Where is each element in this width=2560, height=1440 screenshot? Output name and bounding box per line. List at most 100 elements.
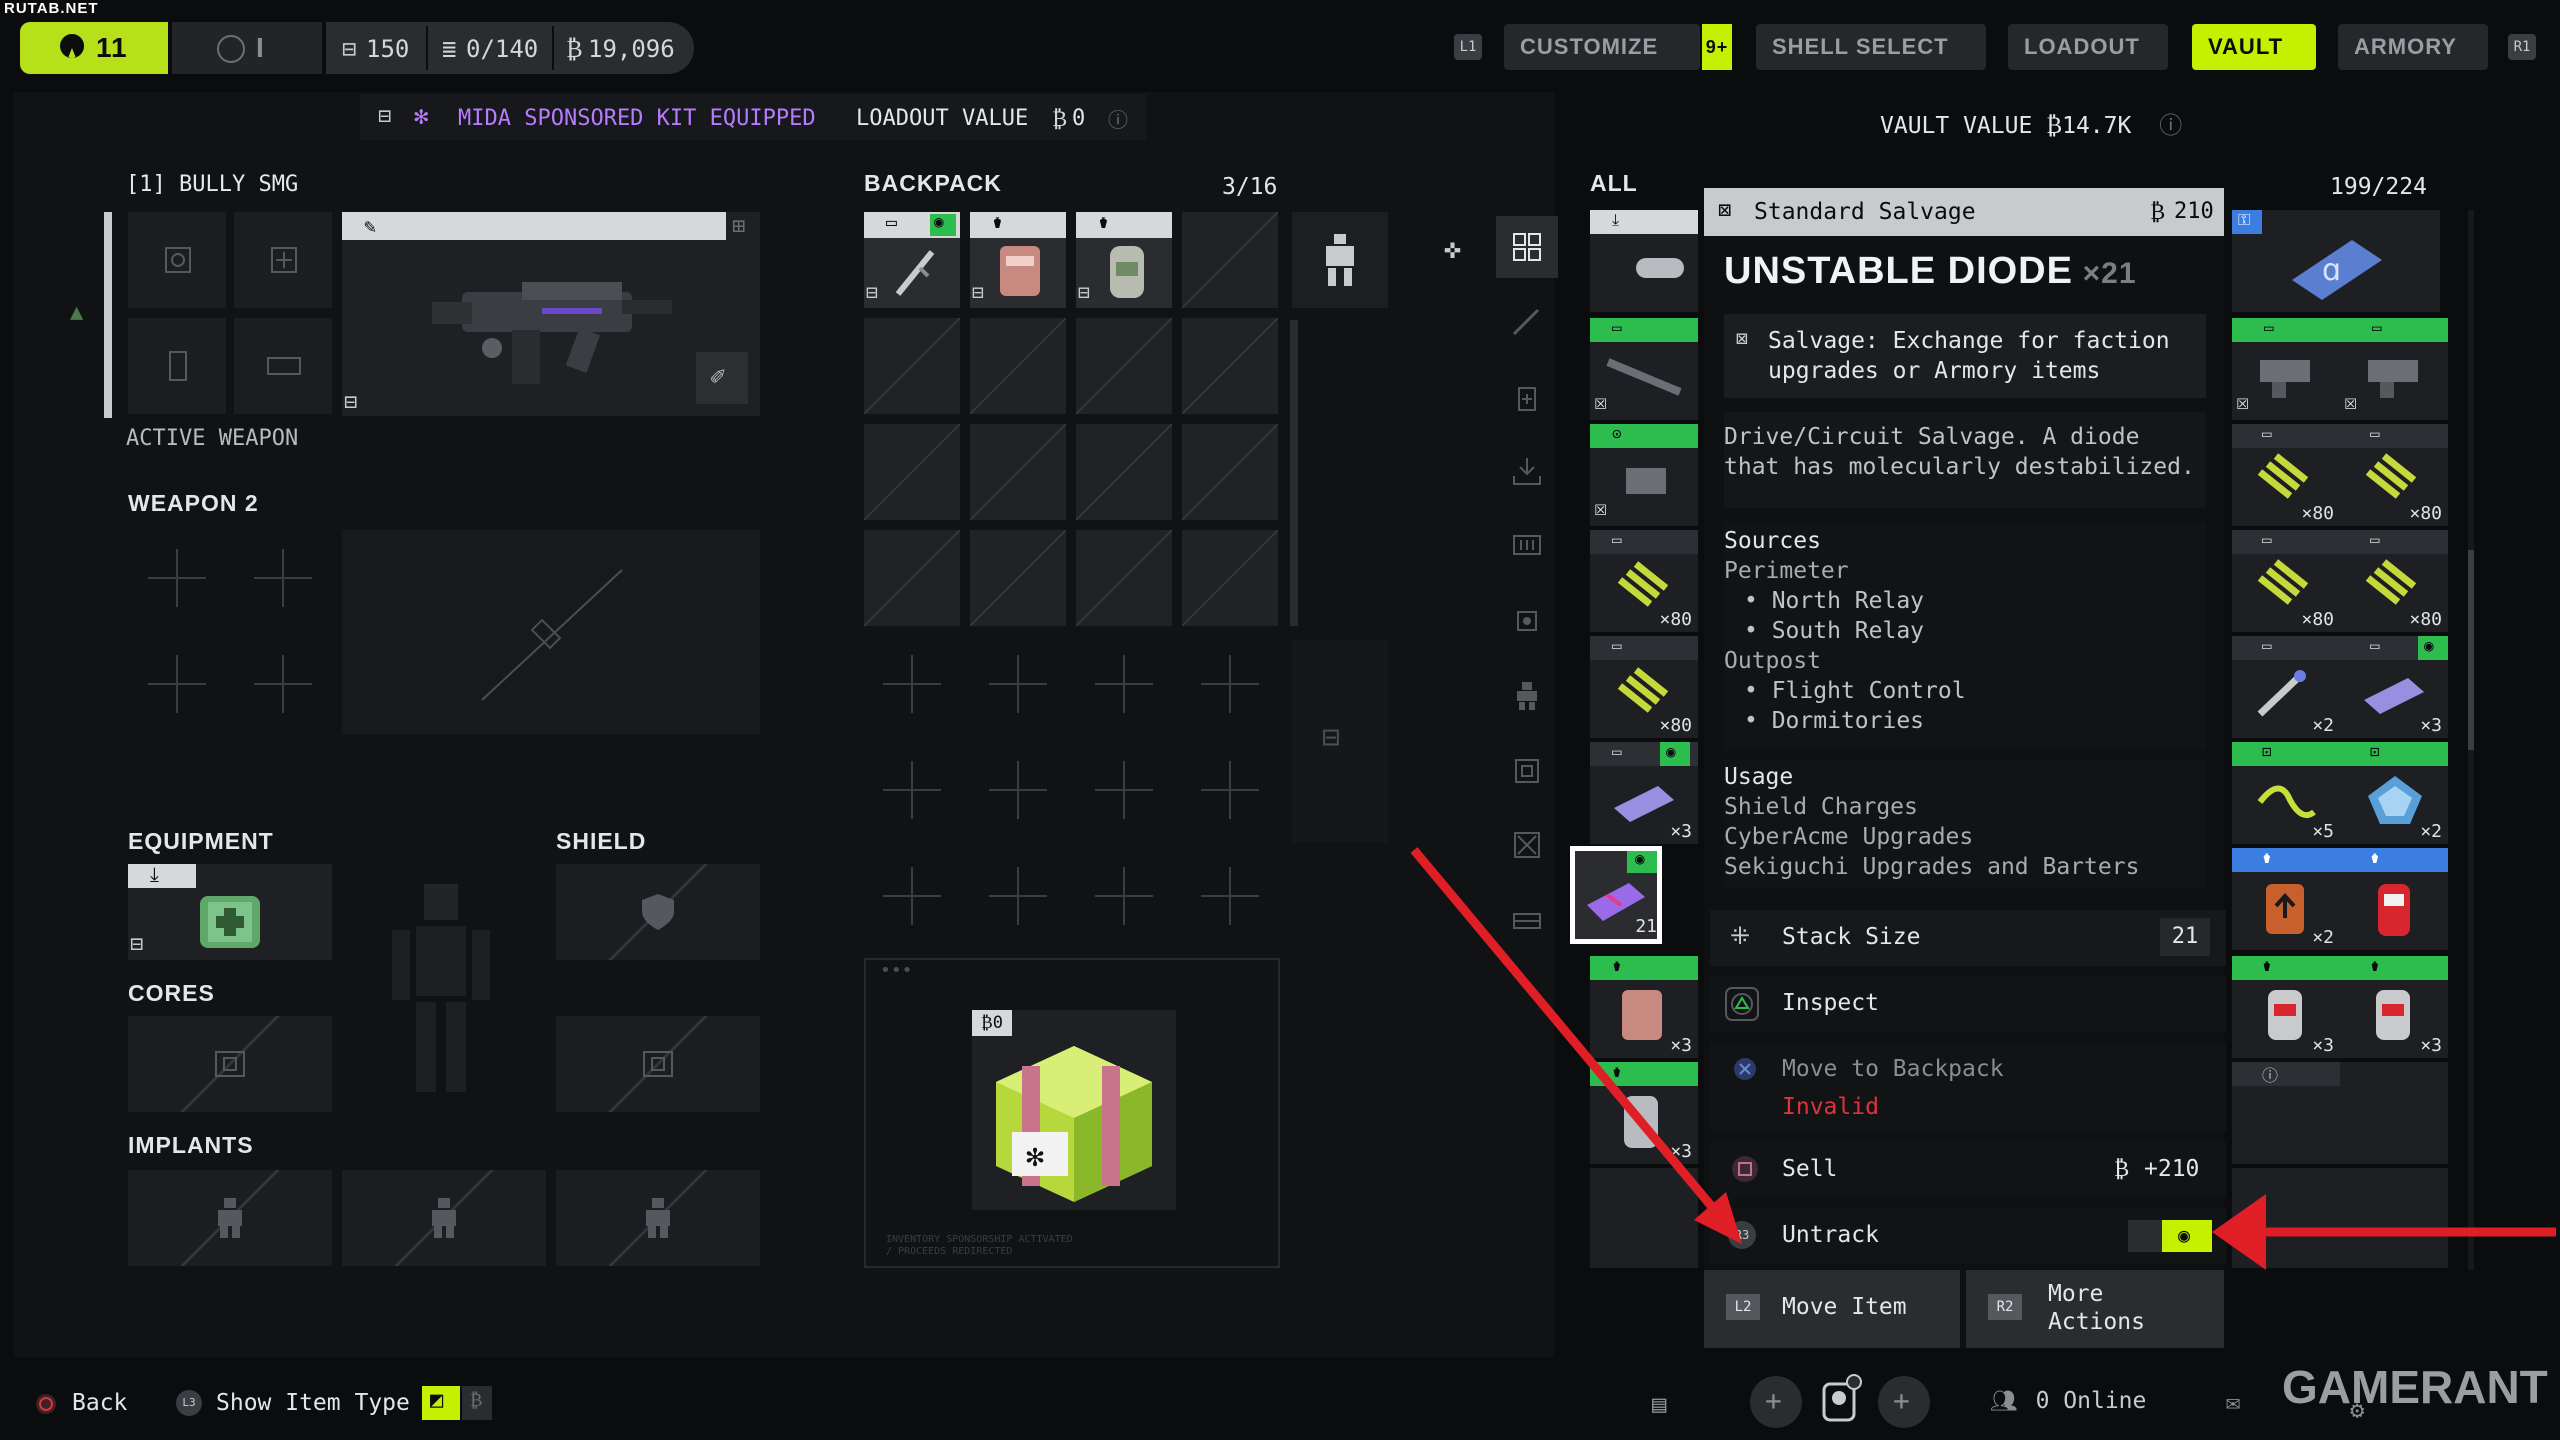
vault-item-wide[interactable]: ⚿ ɑ [2232,210,2440,312]
mod-item-image [2260,360,2310,398]
vault-item[interactable]: ▭ ◉ ×3 [1590,742,1698,844]
backpack-slot[interactable] [1076,424,1172,520]
backpack-slot[interactable] [970,530,1066,626]
nav-customize[interactable]: CUSTOMIZE [1504,24,1700,70]
backpack-slot[interactable] [970,318,1066,414]
weapon2-mod-slot[interactable] [128,530,226,626]
mod-slot-magazine[interactable] [128,318,226,414]
filter-all[interactable] [1496,216,1558,278]
svg-text:ɑ: ɑ [2322,253,2341,288]
info-icon[interactable]: ⓘ [1108,104,1128,133]
source-spot: • North Relay [1744,588,1925,614]
backpack-item-injector[interactable]: ▭ ◉ ⊟ [864,212,960,308]
active-weapon-slot[interactable]: ✎ ⊞ ⊟ ✐ [342,212,760,416]
vault-item[interactable]: ⊙ ☒ [1590,424,1698,526]
weapon-customize-button[interactable]: ✐ [696,352,748,404]
filter-ammo[interactable] [1496,514,1558,576]
consumable-filter-icon [1518,387,1536,411]
weapon2-slot[interactable] [342,530,760,734]
rank-badge[interactable]: I [172,22,322,74]
kit-icon: ⊟ [378,104,392,129]
source-spot: • Flight Control [1744,678,1966,704]
mod-slot-grip[interactable] [234,318,332,414]
vault-item[interactable]: ▭ ×80 [2340,424,2448,526]
implant-slot-2[interactable] [342,1170,546,1266]
settings-icon[interactable]: ⚙ [2350,1396,2364,1424]
weapon2-mod-slot[interactable] [234,530,332,626]
ammo-tag-icon: ▭ [2370,530,2380,549]
mod-slot-barrel[interactable] [234,212,332,308]
backpack-slot[interactable] [864,318,960,414]
vault-item[interactable]: ▭ ×80 [1590,636,1698,738]
damaged-x-icon: ☒ [1594,390,1608,415]
vault-item[interactable]: ▭ ×80 [2340,530,2448,632]
vault-item[interactable]: ▭ ☒ [2232,318,2340,420]
backpack-scrollbar[interactable] [1290,320,1298,626]
backpack-item-ammo-pack[interactable]: ⚱ ⊟ [970,212,1066,308]
vault-item[interactable]: ▭ ×80 [1590,530,1698,632]
mail-icon[interactable]: ✉ [2226,1388,2240,1416]
filter-consumables[interactable] [1496,366,1558,428]
filter-implants[interactable] [1496,664,1558,726]
weapon2-mod-slot[interactable] [234,636,332,732]
mod-item-image [1626,468,1666,494]
show-item-type-toggle[interactable]: L3 Show Item Type ◩ ₿ [176,1386,516,1420]
backpack-slot[interactable] [864,530,960,626]
backpack-slot[interactable] [864,424,960,520]
chat-icon[interactable]: ▤ [1652,1390,1666,1418]
equipment-slot[interactable]: ⤓ ⊟ [128,862,332,960]
vault-item[interactable]: ▭ ◉ ×3 [2340,636,2448,738]
backpack-item-canister[interactable]: ⚱ ⊟ [1076,212,1172,308]
player-avatar[interactable] [1812,1370,1868,1430]
filter-mods[interactable] [1496,740,1558,802]
level-badge[interactable]: 11 [20,22,168,74]
shield-icon [642,894,674,930]
back-button[interactable]: Back [34,1386,164,1420]
nav-shell-select[interactable]: SHELL SELECT [1756,24,1986,70]
weapon2-mod-slot[interactable] [128,636,226,732]
add-party-right-button[interactable]: + [1878,1376,1930,1428]
vault-item[interactable]: ▭ ☒ [2340,318,2448,420]
vault-item[interactable]: ▭ ×2 [2232,636,2340,738]
r1-button[interactable]: R1 [2508,34,2536,60]
implant-slot-1[interactable] [128,1170,332,1266]
backpack-slot[interactable] [1182,318,1278,414]
vault-item[interactable]: ⊡ ×5 [2232,742,2340,844]
backpack-slot[interactable] [1076,318,1172,414]
mod-slot-optic[interactable] [128,212,226,308]
l1-button[interactable]: L1 [1454,34,1482,60]
core-slot-1[interactable] [128,1016,332,1112]
item-quantity: ×80 [2409,609,2442,630]
filter-cores[interactable] [1496,590,1558,652]
consumable-icon: ⚱ [992,212,1003,233]
backpack-slot[interactable] [1076,530,1172,626]
backpack-side-slot[interactable]: ⊟ [1292,640,1388,842]
nav-loadout[interactable]: LOADOUT [2008,24,2168,70]
plus-icon: + [1765,1384,1782,1417]
backpack-slot[interactable] [1182,424,1278,520]
online-status[interactable]: 👥︎ 0 Online [1990,1388,2146,1414]
filter-weapons[interactable] [1496,290,1558,352]
filter-equipment[interactable] [1496,440,1558,502]
core-slot-2[interactable] [556,1016,760,1112]
backpack-character-slot[interactable] [1292,212,1388,308]
backpack-slot[interactable] [1182,530,1278,626]
vault-item[interactable]: ⊡ ×2 [2340,742,2448,844]
implant-slot-3[interactable] [556,1170,760,1266]
vault-item[interactable]: ⤓ [1590,210,1698,312]
nav-vault[interactable]: VAULT [2192,24,2316,70]
source-spot-name: Dormitories [1771,708,1925,734]
vault-info-icon[interactable]: ⓘ [2159,113,2182,139]
kit-bar: ⊟ ✻ MIDA SPONSORED KIT EQUIPPED LOADOUT … [360,94,1146,140]
vault-item[interactable]: ▭ ×80 [2232,530,2340,632]
add-party-left-button[interactable]: + [1750,1376,1802,1428]
sponsor-kit-item[interactable]: ₿0 ✻ [972,1010,1176,1210]
nav-armory[interactable]: ARMORY [2338,24,2488,70]
shield-slot[interactable] [556,864,760,960]
backpack-slot[interactable] [970,424,1066,520]
backpack-slot[interactable] [1182,212,1278,308]
damaged-x-icon: ☒ [2344,390,2358,415]
vault-item[interactable]: ▭ ×80 [2232,424,2340,526]
vault-scroll-thumb[interactable] [2468,550,2474,750]
vault-item[interactable]: ▭ ☒ [1590,318,1698,420]
